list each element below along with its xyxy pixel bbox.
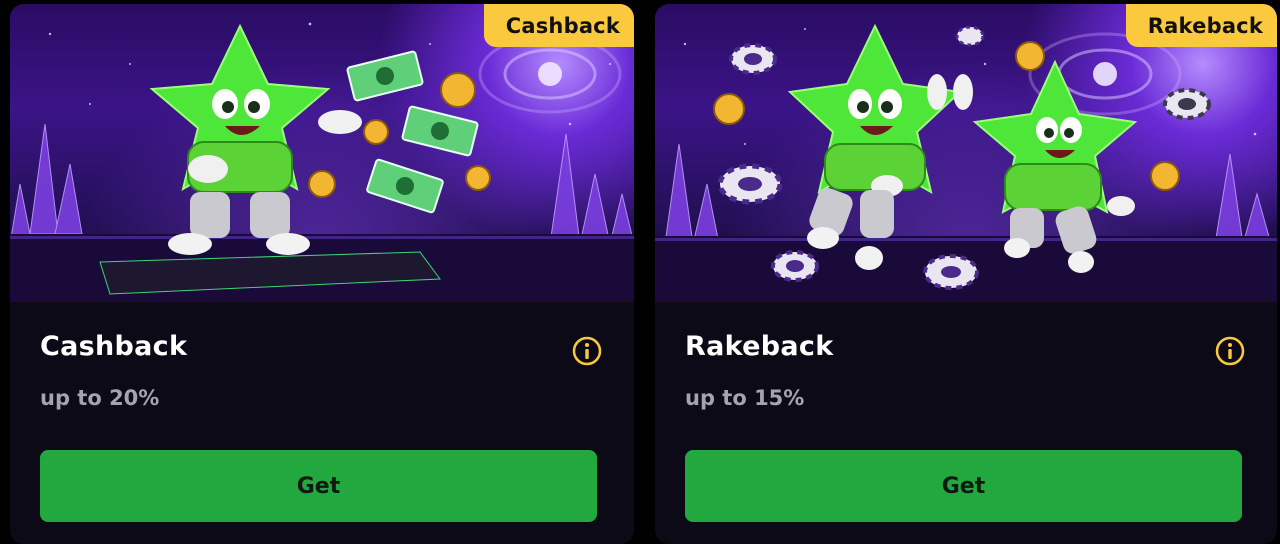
get-rakeback-button[interactable]: Get (685, 450, 1242, 522)
cashback-badge: Cashback (483, 4, 634, 47)
rakeback-subtitle: up to 15% (685, 386, 805, 410)
cashback-card: Cashback Cashback up to 20% Get (10, 4, 634, 544)
cashback-banner-image: Cashback (10, 4, 634, 302)
rakeback-badge: Rakeback (1125, 4, 1277, 47)
star-mascot-icon (149, 23, 362, 255)
cashback-subtitle: up to 20% (40, 386, 160, 410)
rakeback-title: Rakeback (685, 331, 834, 362)
get-cashback-button[interactable]: Get (40, 450, 597, 522)
rakeback-card: Rakeback Rakeback up to 15% Get (655, 4, 1277, 544)
rakeback-illustration (655, 23, 1277, 302)
cashback-illustration (10, 22, 634, 302)
star-mascot-icon (787, 23, 963, 270)
galaxy-icon (478, 34, 622, 114)
rakeback-banner-image: Rakeback (655, 4, 1277, 302)
info-icon[interactable] (572, 336, 602, 366)
info-icon[interactable] (1215, 336, 1245, 366)
cashback-title: Cashback (40, 331, 188, 362)
